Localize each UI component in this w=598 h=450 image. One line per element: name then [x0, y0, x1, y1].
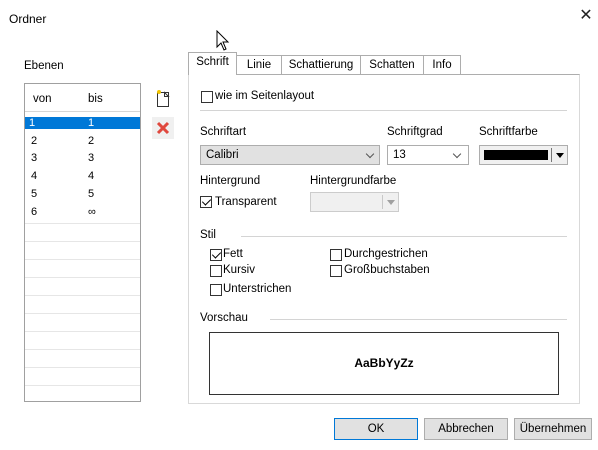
grid-line	[25, 277, 140, 278]
grid-line	[25, 241, 140, 242]
grid-line	[25, 313, 140, 314]
column-header-bis: bis	[88, 93, 103, 105]
layer-row[interactable]: 1 1	[25, 117, 140, 129]
size-value: 13	[393, 149, 406, 161]
window-title: Ordner	[9, 12, 47, 26]
layer-von: 5	[31, 188, 38, 200]
font-value: Calibri	[206, 149, 239, 161]
color-label: Schriftfarbe	[479, 126, 538, 138]
cancel-button[interactable]: Abbrechen	[424, 418, 508, 440]
transparent-checkbox[interactable]	[200, 196, 212, 208]
tab-schattierung[interactable]: Schattierung	[281, 55, 361, 75]
font-color-picker[interactable]	[479, 145, 568, 165]
layer-row[interactable]: 5 5	[25, 188, 140, 200]
chevron-down-icon	[452, 149, 462, 159]
apply-button[interactable]: Übernehmen	[514, 418, 592, 440]
dropdown-arrow-icon	[556, 153, 564, 158]
add-layer-button[interactable]	[152, 88, 174, 110]
size-select[interactable]: 13	[387, 145, 469, 165]
bold-checkbox[interactable]	[210, 249, 222, 261]
layer-bis: ∞	[88, 206, 96, 218]
close-icon[interactable]: ✕	[576, 6, 596, 26]
tab-linie[interactable]: Linie	[236, 55, 282, 75]
strikethrough-checkbox[interactable]	[330, 249, 342, 261]
grid-line	[25, 367, 140, 368]
grid-line	[25, 259, 140, 260]
ok-button[interactable]: OK	[334, 418, 418, 440]
color-swatch	[484, 150, 548, 160]
layer-von: 3	[31, 152, 38, 164]
layer-von: 6	[31, 206, 38, 218]
divider	[551, 148, 552, 162]
font-label: Schriftart	[200, 126, 247, 138]
caps-checkbox[interactable]	[330, 265, 342, 277]
bg-color-label: Hintergrundfarbe	[310, 175, 397, 187]
red-x-icon	[156, 121, 170, 135]
separator	[200, 110, 567, 111]
layer-von: 1	[29, 117, 36, 129]
separator	[241, 236, 567, 237]
font-select[interactable]: Calibri	[200, 145, 380, 165]
layer-row[interactable]: 4 4	[25, 170, 140, 182]
caps-label: Großbuchstaben	[344, 264, 430, 276]
layer-bis: 3	[88, 152, 95, 164]
grid-line	[25, 295, 140, 296]
layer-bis: 2	[88, 135, 95, 147]
size-label: Schriftgrad	[387, 126, 443, 138]
grid-line	[25, 331, 140, 332]
layer-bis: 5	[88, 188, 95, 200]
divider	[382, 195, 383, 209]
grid-line	[25, 385, 140, 386]
tab-schrift[interactable]: Schrift	[188, 52, 237, 75]
italic-checkbox[interactable]	[210, 265, 222, 277]
layers-label: Ebenen	[24, 60, 64, 72]
underline-label: Unterstrichen	[223, 283, 292, 295]
preview-box: AaBbYyZz	[209, 332, 559, 395]
italic-label: Kursiv	[223, 264, 255, 276]
separator	[270, 319, 567, 320]
page-layout-checkbox[interactable]	[201, 91, 213, 103]
background-label: Hintergrund	[200, 175, 261, 187]
layer-row[interactable]: 6 ∞	[25, 206, 140, 218]
dropdown-arrow-icon	[387, 200, 395, 205]
layers-header: von bis	[25, 84, 140, 112]
tab-schatten[interactable]: Schatten	[360, 55, 424, 75]
layer-von: 2	[31, 135, 38, 147]
underline-checkbox[interactable]	[210, 284, 222, 296]
strikethrough-label: Durchgestrichen	[344, 248, 428, 260]
mouse-cursor-icon	[216, 30, 230, 51]
page-layout-label: wie im Seitenlayout	[215, 90, 315, 102]
transparent-label: Transparent	[215, 196, 277, 208]
layer-row[interactable]: 2 2	[25, 135, 140, 147]
layer-bis: 1	[88, 117, 95, 129]
bold-label: Fett	[223, 248, 243, 260]
layer-row[interactable]: 3 3	[25, 152, 140, 164]
bg-color-picker[interactable]	[310, 192, 399, 212]
tab-info[interactable]: Info	[423, 55, 461, 75]
grid-line	[25, 349, 140, 350]
layer-von: 4	[31, 170, 38, 182]
grid-line	[25, 223, 140, 224]
layer-bis: 4	[88, 170, 95, 182]
layers-list[interactable]: von bis 1 1 2 2 3 3 4 4 5 5 6 ∞	[24, 83, 141, 402]
delete-layer-button[interactable]	[152, 117, 174, 139]
preview-label: Vorschau	[200, 312, 248, 324]
new-document-icon	[157, 90, 170, 107]
column-header-von: von	[33, 93, 52, 105]
chevron-down-icon	[365, 149, 375, 159]
style-label: Stil	[200, 229, 216, 241]
